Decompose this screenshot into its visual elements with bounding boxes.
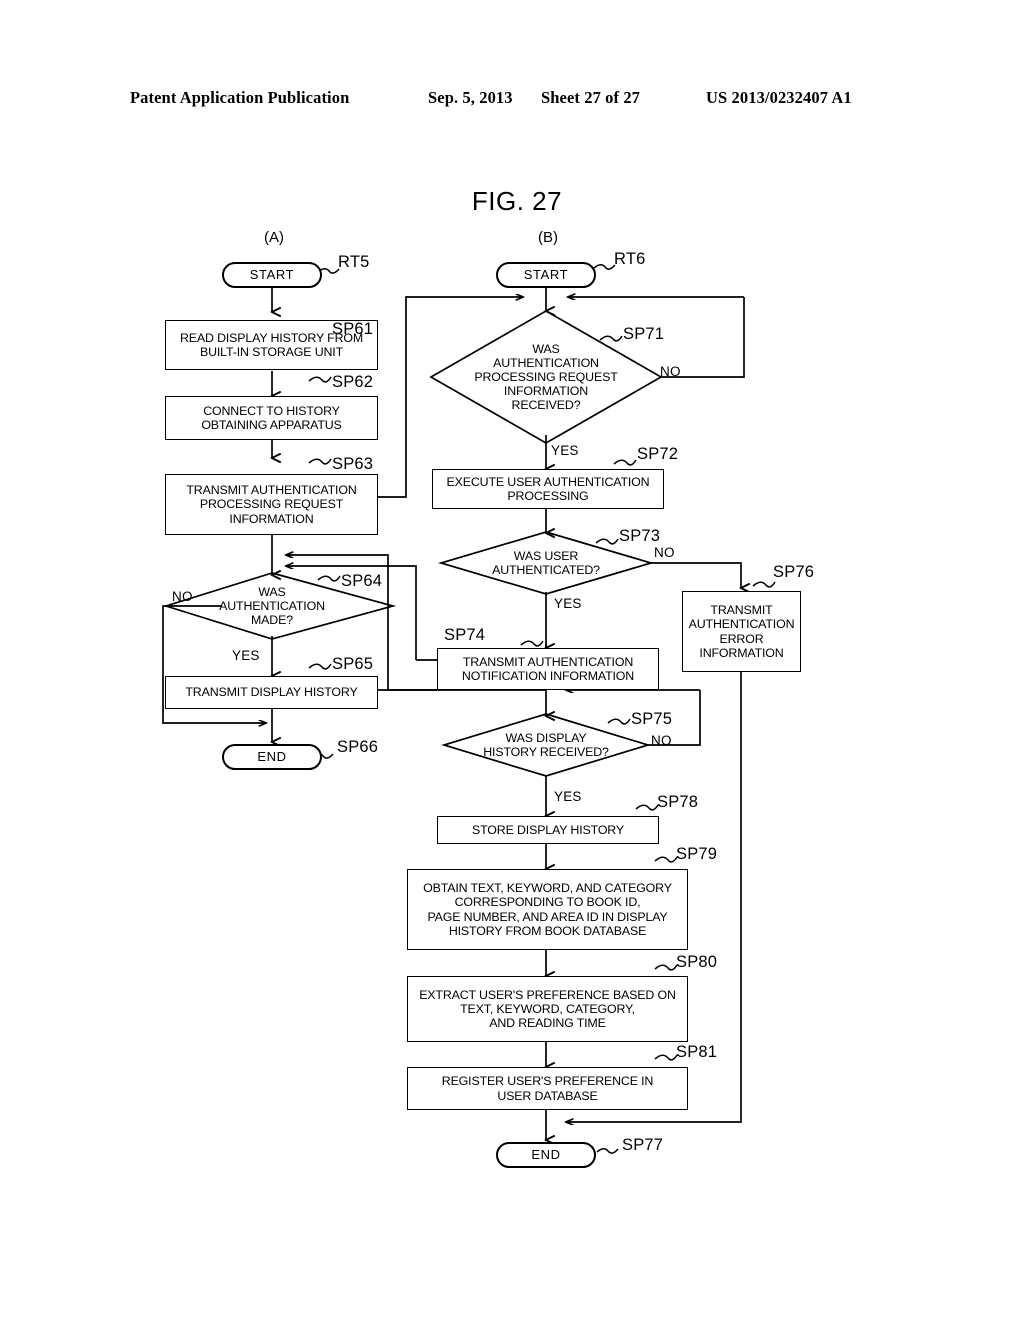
- node-sp74: TRANSMIT AUTHENTICATION NOTIFICATION INF…: [437, 648, 659, 690]
- step-tag-sp81: SP81: [676, 1043, 718, 1061]
- panel-b-start-terminal: START: [496, 262, 596, 288]
- step-tag-sp79: SP79: [676, 845, 718, 863]
- node-sp79: OBTAIN TEXT, KEYWORD, AND CATEGORY CORRE…: [407, 869, 688, 950]
- branch-sp64-yes: YES: [232, 648, 260, 663]
- node-sp75-text: WAS DISPLAY HISTORY RECEIVED?: [483, 730, 609, 759]
- panel-a-start-terminal: START: [222, 262, 322, 288]
- panel-a-start-label: START: [249, 266, 295, 282]
- step-tag-sp64: SP64: [341, 572, 383, 590]
- step-tag-sp66: SP66: [337, 738, 379, 756]
- node-sp80-text: EXTRACT USER'S PREFERENCE BASED ON TEXT,…: [419, 987, 676, 1030]
- node-sp62: CONNECT TO HISTORY OBTAINING APPARATUS: [165, 396, 378, 440]
- figure-title-text: FIG. 27: [471, 186, 563, 216]
- branch-sp71-no: NO: [660, 364, 681, 379]
- step-tag-sp74: SP74: [444, 626, 486, 644]
- node-sp73-text: WAS USER AUTHENTICATED?: [492, 548, 600, 577]
- branch-sp71-yes: YES: [551, 443, 579, 458]
- branch-sp73-no: NO: [654, 545, 675, 560]
- step-tag-sp77: SP77: [622, 1136, 664, 1154]
- node-sp65-text: TRANSMIT DISPLAY HISTORY: [185, 685, 358, 700]
- node-sp72: EXECUTE USER AUTHENTICATION PROCESSING: [432, 469, 664, 509]
- branch-sp75-yes: YES: [554, 789, 582, 804]
- step-tag-sp71: SP71: [623, 325, 665, 343]
- step-tag-sp63: SP63: [332, 455, 374, 473]
- step-tag-sp75: SP75: [631, 710, 673, 728]
- step-tag-rt5: RT5: [338, 253, 370, 271]
- header-publication: Patent Application Publication: [130, 88, 350, 107]
- node-sp72-text: EXECUTE USER AUTHENTICATION PROCESSING: [446, 474, 650, 503]
- branch-sp73-yes: YES: [554, 596, 582, 611]
- step-tag-sp73: SP73: [619, 527, 661, 545]
- patent-header: Patent Application Publication Sep. 5, 2…: [0, 88, 1024, 114]
- panel-b-end-terminal: END: [496, 1142, 596, 1168]
- panel-b-end-label: END: [531, 1146, 561, 1162]
- node-sp78-text: STORE DISPLAY HISTORY: [471, 822, 625, 837]
- step-tag-sp80: SP80: [676, 953, 718, 971]
- node-sp81: REGISTER USER'S PREFERENCE IN USER DATAB…: [407, 1067, 688, 1110]
- header-sheet: Sheet 27 of 27: [541, 88, 641, 107]
- panel-a-label: (A): [264, 229, 284, 246]
- node-sp63: TRANSMIT AUTHENTICATION PROCESSING REQUE…: [165, 474, 378, 535]
- node-sp63-text: TRANSMIT AUTHENTICATION PROCESSING REQUE…: [186, 483, 357, 526]
- panel-a-end-label: END: [257, 748, 287, 764]
- step-tag-sp78: SP78: [657, 793, 699, 811]
- node-sp64-text: WAS AUTHENTICATION MADE?: [219, 584, 325, 627]
- node-sp62-text: CONNECT TO HISTORY OBTAINING APPARATUS: [201, 403, 342, 432]
- step-tag-sp62: SP62: [332, 373, 374, 391]
- node-sp76: TRANSMIT AUTHENTICATION ERROR INFORMATIO…: [682, 591, 801, 672]
- node-sp81-text: REGISTER USER'S PREFERENCE IN USER DATAB…: [441, 1074, 654, 1103]
- panel-b-label: (B): [538, 229, 558, 246]
- node-sp78: STORE DISPLAY HISTORY: [437, 816, 659, 844]
- step-tag-sp72: SP72: [637, 445, 679, 463]
- node-sp71-text: WAS AUTHENTICATION PROCESSING REQUEST IN…: [474, 341, 618, 413]
- node-sp76-text: TRANSMIT AUTHENTICATION ERROR INFORMATIO…: [688, 603, 795, 660]
- figure-title: FIG. 27: [0, 186, 1024, 217]
- step-tag-sp61: SP61: [332, 320, 374, 338]
- node-sp74-text: TRANSMIT AUTHENTICATION NOTIFICATION INF…: [461, 654, 635, 683]
- step-tag-rt6: RT6: [614, 250, 646, 268]
- node-sp79-text: OBTAIN TEXT, KEYWORD, AND CATEGORY CORRE…: [423, 881, 672, 938]
- panel-b-start-label: START: [523, 266, 569, 282]
- header-date: Sep. 5, 2013: [428, 88, 513, 107]
- branch-sp75-no: NO: [651, 733, 672, 748]
- header-patent-number: US 2013/0232407 A1: [706, 88, 852, 107]
- node-sp65: TRANSMIT DISPLAY HISTORY: [165, 676, 378, 709]
- branch-sp64-no: NO: [172, 589, 193, 604]
- node-sp80: EXTRACT USER'S PREFERENCE BASED ON TEXT,…: [407, 976, 688, 1042]
- step-tag-sp76: SP76: [773, 563, 815, 581]
- panel-a-end-terminal: END: [222, 744, 322, 770]
- step-tag-sp65: SP65: [332, 655, 374, 673]
